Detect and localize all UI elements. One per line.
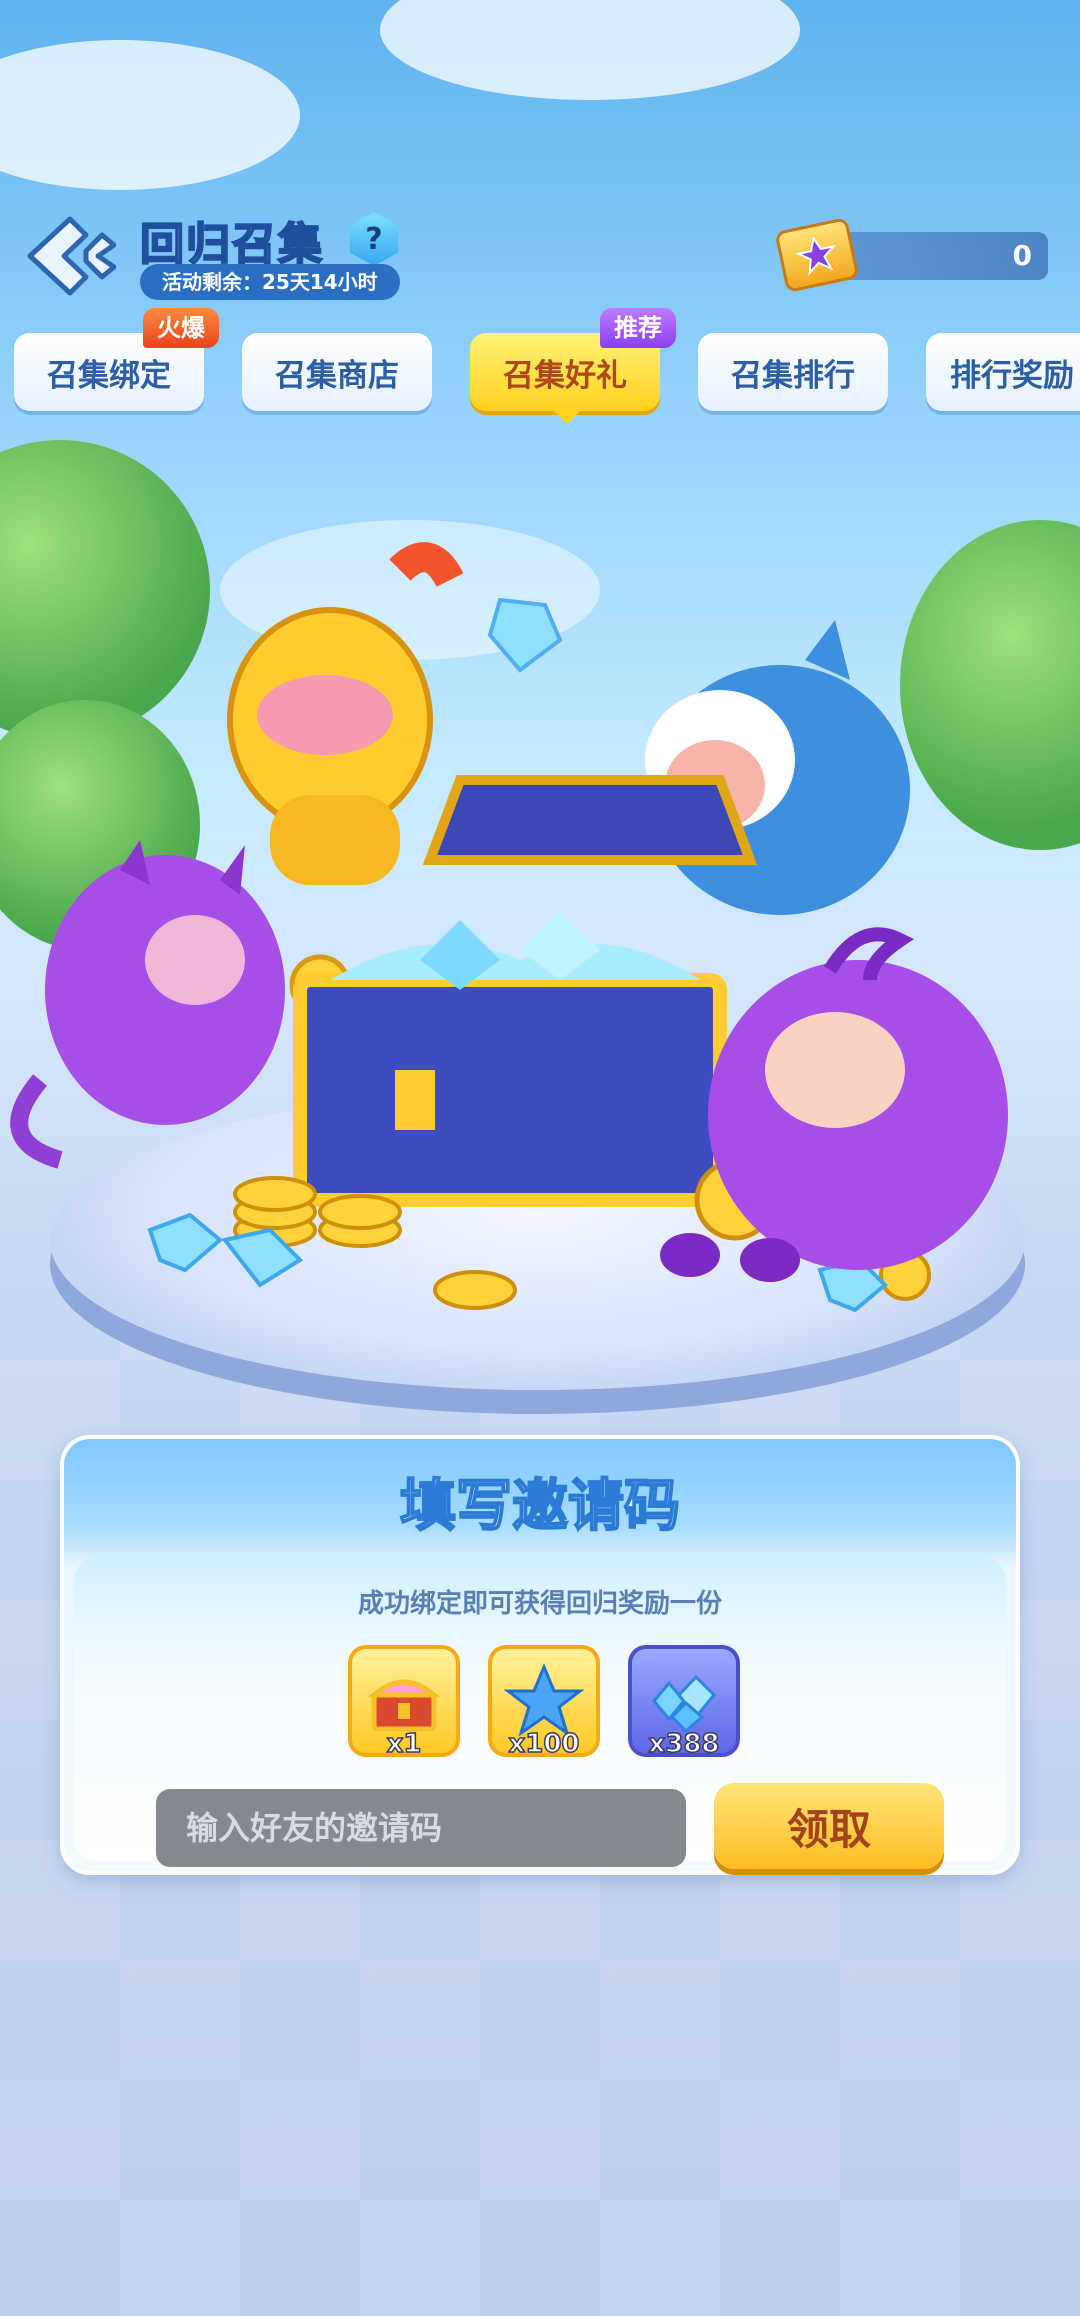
tab-label: 召集商店 xyxy=(275,357,399,394)
tab-ranking-rewards[interactable]: 排行奖励 xyxy=(926,333,1080,411)
blue-wolf-character xyxy=(645,620,910,915)
reward-quantity: x1 xyxy=(386,1728,422,1760)
back-arrow-icon xyxy=(27,216,116,296)
tab-label: 召集绑定 xyxy=(47,357,171,394)
cloud xyxy=(0,40,300,190)
reward-quantity: x100 xyxy=(508,1728,581,1760)
tab-recruit-shop[interactable]: 召集商店 xyxy=(242,333,432,411)
claim-button-label: 领取 xyxy=(786,1804,871,1854)
tab-label: 召集好礼 xyxy=(503,357,627,394)
tab-label: 召集排行 xyxy=(731,357,855,394)
hot-badge: 火爆 xyxy=(143,308,219,348)
card-body: 成功绑定即可获得回归奖励一份 x1 x100 x388 输入好友的邀请码 领取 xyxy=(74,1557,1006,1869)
event-countdown: 活动剩余：25天14小时 xyxy=(140,264,400,300)
claim-button[interactable]: 领取 xyxy=(714,1783,944,1869)
reward-item-star[interactable]: x100 xyxy=(488,1645,600,1760)
back-button[interactable] xyxy=(24,215,116,297)
invite-code-card: 填写邀请码 成功绑定即可获得回归奖励一份 x1 x100 x388 输入好友的邀… xyxy=(60,1435,1020,1875)
active-tab-pointer xyxy=(553,410,581,424)
invite-code-input[interactable] xyxy=(156,1789,686,1867)
ticket-star-icon[interactable] xyxy=(774,216,860,294)
tab-recruit-ranking[interactable]: 召集排行 xyxy=(698,333,888,411)
reward-quantity: x388 xyxy=(648,1728,721,1760)
tab-label: 排行奖励 xyxy=(950,357,1074,394)
recommend-badge: 推荐 xyxy=(600,308,676,348)
reward-item-diamonds[interactable]: x388 xyxy=(628,1645,740,1760)
cloud xyxy=(380,0,800,100)
game-screen: 回归召集 ? 活动剩余：25天14小时 0 召集绑定 火爆 召集商店 召集好礼 … xyxy=(0,0,1080,2316)
reward-description: 成功绑定即可获得回归奖励一份 xyxy=(357,1589,722,1619)
help-button[interactable]: ? xyxy=(349,212,399,266)
characters-treasure-illustration xyxy=(10,542,1008,1313)
reward-item-chest[interactable]: x1 xyxy=(348,1645,460,1760)
question-icon: ? xyxy=(365,221,383,257)
star-icon xyxy=(795,235,837,276)
blue-gem xyxy=(147,1212,224,1273)
card-title: 填写邀请码 xyxy=(399,1473,681,1540)
page-title: 回归召集 xyxy=(139,218,324,271)
currency-value: 0 xyxy=(1012,239,1032,272)
